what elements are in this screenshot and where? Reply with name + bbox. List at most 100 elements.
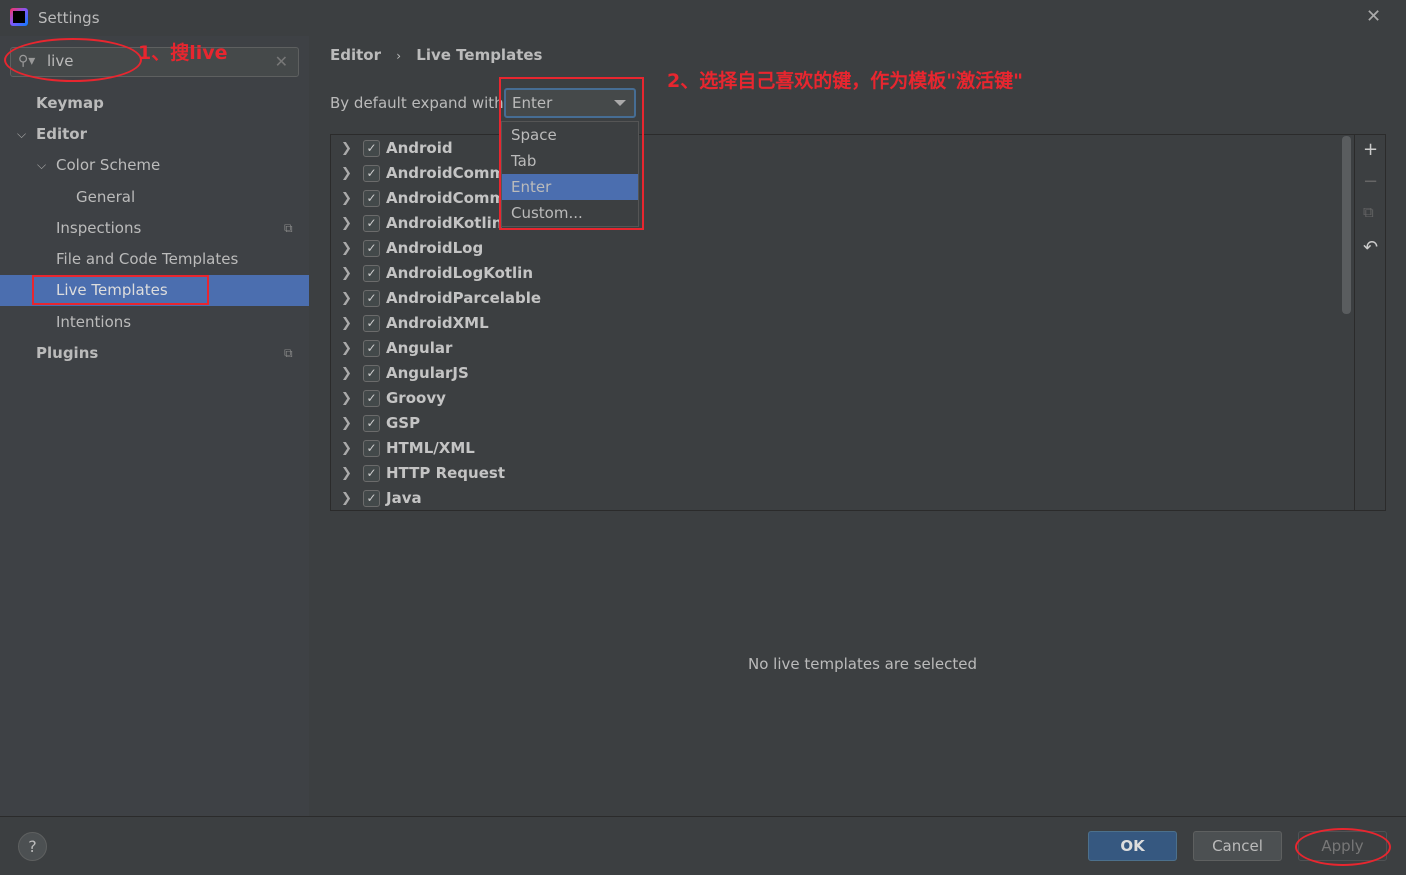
group-checkbox[interactable]: ✓: [363, 365, 380, 382]
template-group-row[interactable]: ❯ ✓ Groovy: [331, 386, 1331, 411]
template-group-row[interactable]: ❯ ✓ AngularJS: [331, 361, 1331, 386]
group-name: Java: [386, 489, 422, 507]
group-checkbox[interactable]: ✓: [363, 190, 380, 207]
sidebar-item-label: Intentions: [56, 313, 132, 331]
group-name: Angular: [386, 339, 453, 357]
group-checkbox[interactable]: ✓: [363, 315, 380, 332]
group-name: Android: [386, 139, 453, 157]
group-name: AndroidKotlin: [386, 214, 503, 232]
list-scrollbar[interactable]: [1342, 136, 1351, 314]
sidebar-item-label: General: [76, 188, 136, 206]
template-group-row[interactable]: ❯ ✓ AndroidComments: [331, 186, 1331, 211]
annotation-step2: 2、选择自己喜欢的键，作为模板"激活键": [667, 70, 1024, 92]
project-settings-icon: ⧉: [284, 221, 293, 235]
title-bar: Settings ✕: [0, 0, 1406, 36]
chevron-right-icon[interactable]: ❯: [341, 136, 352, 161]
chevron-right-icon[interactable]: ❯: [341, 261, 352, 286]
chevron-down-icon[interactable]: ⌵: [37, 150, 46, 181]
breadcrumb: Editor › Live Templates: [330, 46, 542, 64]
sidebar-item-label: File and Code Templates: [56, 250, 239, 268]
group-checkbox[interactable]: ✓: [363, 265, 380, 282]
chevron-right-icon[interactable]: ❯: [341, 336, 352, 361]
group-checkbox[interactable]: ✓: [363, 490, 380, 507]
group-checkbox[interactable]: ✓: [363, 390, 380, 407]
sidebar-item-general[interactable]: General: [0, 182, 309, 213]
expand-with-label: By default expand with: [330, 94, 504, 112]
group-checkbox[interactable]: ✓: [363, 340, 380, 357]
group-name: AndroidLog: [386, 239, 484, 257]
sidebar-item-intentions[interactable]: Intentions: [0, 307, 309, 338]
group-checkbox[interactable]: ✓: [363, 215, 380, 232]
annotation-step1: 1、搜live: [138, 42, 228, 64]
group-name: HTML/XML: [386, 439, 475, 457]
template-group-row[interactable]: ❯ ✓ AndroidLog: [331, 236, 1331, 261]
close-icon[interactable]: ✕: [1366, 6, 1381, 27]
template-groups-list: ❯ ✓ Android ❯ ✓ AndroidComments ❯ ✓ AndroidComme…: [330, 134, 1386, 511]
template-group-row[interactable]: ❯ ✓ GSP: [331, 411, 1331, 436]
revert-icon[interactable]: ↶: [1363, 237, 1378, 258]
project-settings-icon: ⧉: [284, 346, 293, 360]
sidebar-item-inspections[interactable]: Inspections ⧉: [0, 213, 309, 244]
sidebar-item-label: Keymap: [36, 94, 104, 112]
sidebar-item-file-and-code-templates[interactable]: File and Code Templates: [0, 244, 309, 275]
chevron-right-icon[interactable]: ❯: [341, 236, 352, 261]
remove-icon[interactable]: −: [1363, 171, 1378, 192]
chevron-right-icon[interactable]: ❯: [341, 286, 352, 311]
breadcrumb-separator: ›: [396, 49, 402, 63]
sidebar-item-label: Editor: [36, 125, 87, 143]
template-group-row[interactable]: ❯ ✓ AndroidKotlin: [331, 211, 1331, 236]
sidebar-item-keymap[interactable]: Keymap: [0, 88, 309, 119]
chevron-down-icon[interactable]: ⌵: [17, 119, 26, 150]
cancel-button[interactable]: Cancel: [1193, 831, 1282, 861]
group-name: GSP: [386, 414, 421, 432]
add-icon[interactable]: +: [1363, 139, 1378, 160]
chevron-right-icon[interactable]: ❯: [341, 461, 352, 486]
chevron-right-icon[interactable]: ❯: [341, 361, 352, 386]
group-checkbox[interactable]: ✓: [363, 165, 380, 182]
template-group-row[interactable]: ❯ ✓ Angular: [331, 336, 1331, 361]
template-group-row[interactable]: ❯ ✓ AndroidComments: [331, 161, 1331, 186]
template-group-row[interactable]: ❯ ✓ Java: [331, 486, 1331, 510]
group-checkbox[interactable]: ✓: [363, 140, 380, 157]
group-name: HTTP Request: [386, 464, 505, 482]
template-group-row[interactable]: ❯ ✓ Android: [331, 136, 1331, 161]
template-group-row[interactable]: ❯ ✓ HTML/XML: [331, 436, 1331, 461]
clear-search-icon[interactable]: ✕: [275, 52, 288, 71]
window-title: Settings: [38, 9, 100, 27]
annotation-box-live-templates: [32, 275, 209, 305]
sidebar-item-color-scheme[interactable]: ⌵ Color Scheme: [0, 150, 309, 181]
group-checkbox[interactable]: ✓: [363, 440, 380, 457]
annotation-ellipse: [4, 38, 142, 82]
group-name: Groovy: [386, 389, 446, 407]
chevron-right-icon[interactable]: ❯: [341, 436, 352, 461]
empty-state-text: No live templates are selected: [748, 655, 978, 673]
group-name: AngularJS: [386, 364, 469, 382]
chevron-right-icon[interactable]: ❯: [341, 211, 352, 236]
intellij-logo-icon: [10, 8, 28, 26]
sidebar-item-plugins[interactable]: Plugins ⧉: [0, 338, 309, 369]
group-checkbox[interactable]: ✓: [363, 290, 380, 307]
sidebar-item-editor[interactable]: ⌵ Editor: [0, 119, 309, 150]
template-group-row[interactable]: ❯ ✓ AndroidParcelable: [331, 286, 1331, 311]
template-group-row[interactable]: ❯ ✓ AndroidLogKotlin: [331, 261, 1331, 286]
group-name: AndroidParcelable: [386, 289, 542, 307]
breadcrumb-live-templates: Live Templates: [416, 46, 543, 64]
sidebar-item-label: Plugins: [36, 344, 99, 362]
footer-divider: [0, 816, 1406, 817]
annotation-ellipse-apply: [1295, 828, 1391, 866]
group-checkbox[interactable]: ✓: [363, 465, 380, 482]
chevron-right-icon[interactable]: ❯: [341, 411, 352, 436]
chevron-right-icon[interactable]: ❯: [341, 386, 352, 411]
help-button[interactable]: ?: [18, 832, 47, 861]
chevron-right-icon[interactable]: ❯: [341, 311, 352, 336]
copy-icon[interactable]: ⧉: [1363, 203, 1374, 221]
template-group-row[interactable]: ❯ ✓ HTTP Request: [331, 461, 1331, 486]
chevron-right-icon[interactable]: ❯: [341, 186, 352, 211]
ok-button[interactable]: OK: [1088, 831, 1177, 861]
chevron-right-icon[interactable]: ❯: [341, 486, 352, 510]
template-group-row[interactable]: ❯ ✓ AndroidXML: [331, 311, 1331, 336]
breadcrumb-editor[interactable]: Editor: [330, 46, 381, 64]
group-checkbox[interactable]: ✓: [363, 240, 380, 257]
chevron-right-icon[interactable]: ❯: [341, 161, 352, 186]
group-checkbox[interactable]: ✓: [363, 415, 380, 432]
